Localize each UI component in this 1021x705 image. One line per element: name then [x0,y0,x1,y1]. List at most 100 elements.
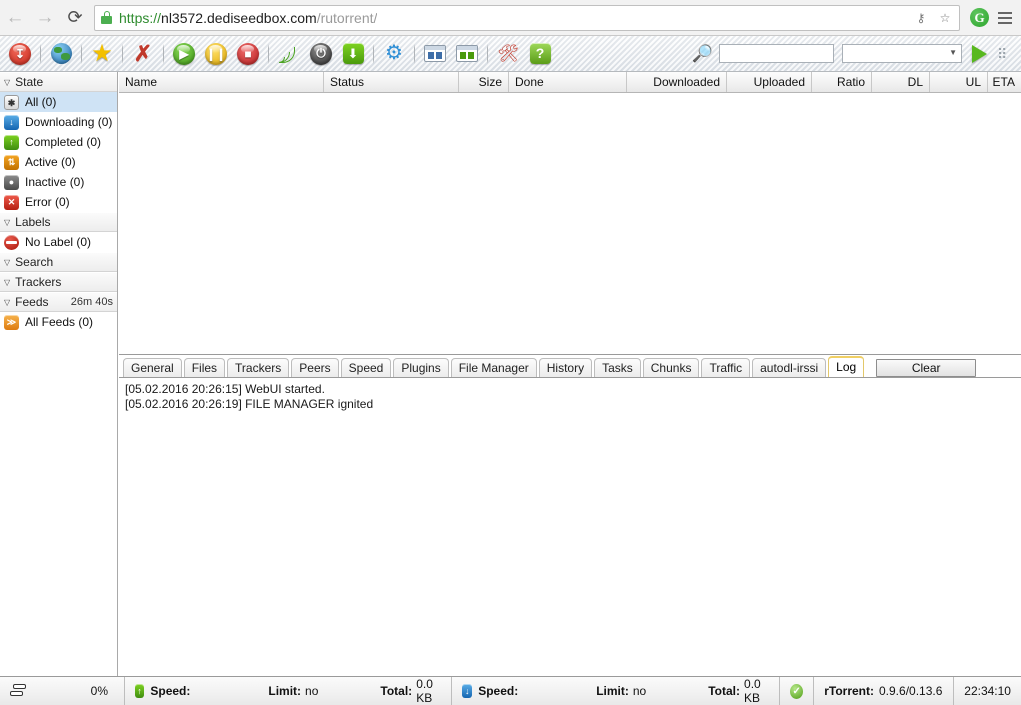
rutorrent-toolbar: ↧ ★ ✗ ▶ ❙❙ ■ ⏻ ⚙ 🛠 ? 🔍 ⠿ [0,36,1021,72]
extension-icon[interactable]: G [970,8,989,27]
tab-file-manager[interactable]: File Manager [450,357,537,377]
upload-limit-label: Limit: [268,684,302,698]
stop-torrent-button[interactable]: ■ [234,40,262,68]
power-button[interactable]: ⏻ [307,40,335,68]
rtorrent-label: rTorrent: [824,684,874,698]
add-torrent-url-button[interactable] [47,40,75,68]
rss-icon: ≫ [4,314,19,330]
toolbar-separator [487,43,488,64]
download-total-value: 0.0 KB [744,677,761,705]
toolbar-separator [414,43,415,64]
sidebar-group-label: Trackers [15,275,62,289]
tab-log[interactable]: Log [828,355,865,377]
tab-trackers[interactable]: Trackers [227,357,290,377]
bookmark-star-icon[interactable]: ☆ [937,10,953,26]
sidebar-item-active[interactable]: ⇅ Active (0) [0,152,117,172]
sidebar-item-label: Error (0) [25,195,70,209]
clear-log-button[interactable]: Clear [876,358,977,377]
back-icon[interactable]: ← [0,3,30,33]
tab-general[interactable]: General [123,357,182,377]
search-input[interactable] [719,44,834,63]
sidebar-group-labels[interactable]: ▽ Labels [0,212,117,232]
sidebar-item-label: Completed (0) [25,135,102,149]
toggle-panel-button[interactable] [421,40,449,68]
chevron-down-icon: ▽ [4,217,11,227]
tab-history[interactable]: History [538,357,593,377]
feeds-refresh-timer: 26m 40s [70,296,113,308]
key-icon[interactable]: ⚷ [913,10,929,26]
download-arrow-icon: ↓ [4,114,19,130]
rtorrent-version-status: rTorrent: 0.9.6/0.13.6 [814,676,955,705]
upload-status: ↑ Speed: Limit: no Total: 0.0 KB [125,676,453,705]
sidebar-item-no-label[interactable]: No Label (0) [0,232,117,252]
column-header-done[interactable]: Done [509,72,627,92]
tools-button[interactable]: 🛠 [494,40,522,68]
sidebar-item-error[interactable]: ✕ Error (0) [0,192,117,212]
column-header-downloaded[interactable]: Downloaded [627,72,727,92]
column-header-ratio[interactable]: Ratio [812,72,872,92]
sidebar-group-feeds[interactable]: ▽ Feeds 26m 40s [0,292,117,312]
add-label-button[interactable]: ★ [88,40,116,68]
download-button[interactable] [339,40,367,68]
sidebar-item-label: All (0) [25,95,57,109]
tab-plugins[interactable]: Plugins [393,357,449,377]
disk-icon [10,684,28,698]
lock-icon [101,11,112,24]
sidebar-group-trackers[interactable]: ▽ Trackers [0,272,117,292]
start-torrent-button[interactable]: ▶ [170,40,198,68]
column-header-status[interactable]: Status [324,72,459,92]
details-tabbar: General Files Trackers Peers Speed Plugi… [119,354,1021,378]
rss-signal-button[interactable] [275,40,303,68]
remove-torrent-button[interactable]: ✗ [129,40,157,68]
error-cross-icon: ✕ [4,194,19,210]
updown-arrow-icon: ⇅ [4,154,19,170]
sidebar-item-downloading[interactable]: ↓ Downloading (0) [0,112,117,132]
disk-usage-status: 0% [0,676,125,705]
tab-files[interactable]: Files [183,357,226,377]
sidebar-item-all[interactable]: ✱ All (0) [0,92,117,112]
settings-gear-button[interactable]: ⚙ [380,40,408,68]
tab-peers[interactable]: Peers [291,357,339,377]
sidebar-group-search[interactable]: ▽ Search [0,252,117,272]
sidebar-item-completed[interactable]: ↑ Completed (0) [0,132,117,152]
forward-icon[interactable]: → [30,3,60,33]
search-go-button[interactable] [972,44,987,63]
help-button[interactable]: ? [526,40,554,68]
toolbar-separator [40,43,41,64]
tab-traffic[interactable]: Traffic [701,357,751,377]
tab-speed[interactable]: Speed [340,357,392,377]
check-circle-icon: ✓ [790,683,804,699]
sidebar-group-state[interactable]: ▽ State [0,72,117,92]
sidebar-item-all-feeds[interactable]: ≫ All Feeds (0) [0,312,117,332]
address-bar[interactable]: https://nl3572.dediseedbox.com/rutorrent… [94,4,960,31]
sidebar-item-label: Downloading (0) [25,115,113,129]
upload-speed-label: Speed: [150,684,191,698]
search-icon: 🔍 [691,43,713,63]
pause-torrent-button[interactable]: ❙❙ [202,40,230,68]
tab-tasks[interactable]: Tasks [594,357,641,377]
column-header-ul[interactable]: UL [930,72,988,92]
sidebar-group-label: Feeds [15,295,49,309]
download-status: ↓ Speed: Limit: no Total: 0.0 KB [452,676,781,705]
column-header-uploaded[interactable]: Uploaded [727,72,812,92]
tab-autodl-irssi[interactable]: autodl-irssi [752,357,827,377]
torrent-table-body [119,93,1021,355]
search-engine-select[interactable] [842,44,962,63]
tab-chunks[interactable]: Chunks [642,357,700,377]
sidebar: ▽ State ✱ All (0) ↓ Downloading (0) ↑ Co… [0,72,118,676]
sidebar-group-label: Labels [15,215,51,229]
column-header-name[interactable]: Name [119,72,324,92]
sidebar-item-inactive[interactable]: ● Inactive (0) [0,172,117,192]
toggle-quotes-button[interactable] [453,40,481,68]
download-total-label: Total: [708,684,741,698]
chevron-down-icon: ▽ [4,257,11,267]
clock-status: 22:34:10 [954,677,1021,705]
column-header-size[interactable]: Size [459,72,509,92]
reload-icon[interactable]: ⟳ [60,3,90,33]
toolbar-separator [268,43,269,64]
add-torrent-button[interactable]: ↧ [6,40,34,68]
column-header-dl[interactable]: DL [872,72,930,92]
hamburger-menu-icon[interactable] [993,3,1017,33]
column-header-eta[interactable]: ETA [988,72,1021,92]
sidebar-item-label: Inactive (0) [25,175,85,189]
